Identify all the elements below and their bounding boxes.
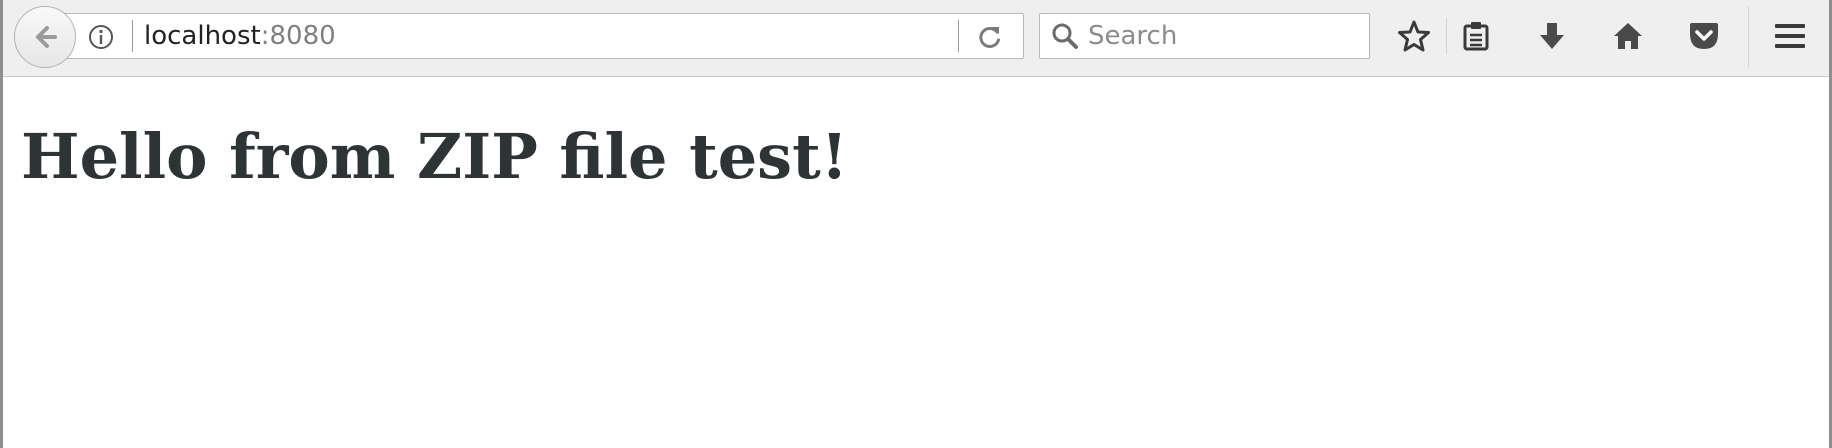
info-icon[interactable] xyxy=(88,24,114,50)
menu-button[interactable] xyxy=(1770,16,1810,56)
url-separator xyxy=(132,20,133,52)
search-icon xyxy=(1052,23,1078,49)
back-arrow-icon xyxy=(36,26,57,48)
url-text[interactable]: localhost:8080 xyxy=(144,20,336,52)
downloads-button[interactable] xyxy=(1532,16,1572,56)
reading-list-icon xyxy=(1463,22,1489,51)
search-bar[interactable] xyxy=(1039,13,1370,59)
url-bar[interactable]: localhost:8080 xyxy=(59,13,1024,59)
home-icon xyxy=(1614,23,1642,49)
bookmark-star-icon xyxy=(1398,20,1430,52)
pocket-button[interactable] xyxy=(1684,16,1724,56)
page-heading: Hello from ZIP file test! xyxy=(21,120,848,193)
bookmark-button[interactable] xyxy=(1394,16,1434,56)
menu-icon xyxy=(1775,24,1805,48)
url-port: :8080 xyxy=(260,21,336,51)
toolbar-separator xyxy=(1446,18,1447,54)
reading-list-button[interactable] xyxy=(1456,16,1496,56)
page-content: Hello from ZIP file test! xyxy=(3,77,1829,448)
search-input[interactable] xyxy=(1088,14,1358,58)
pocket-icon xyxy=(1690,23,1718,49)
toolbar-separator xyxy=(1748,6,1749,68)
url-host: localhost xyxy=(144,21,261,51)
browser-toolbar: localhost:8080 xyxy=(3,0,1829,77)
download-icon xyxy=(1540,23,1564,49)
reload-icon[interactable] xyxy=(976,23,1004,51)
back-button[interactable] xyxy=(14,6,76,68)
reload-separator xyxy=(958,20,959,52)
browser-window: localhost:8080 Search Hello from ZIP fil… xyxy=(0,0,1832,448)
home-button[interactable] xyxy=(1608,16,1648,56)
